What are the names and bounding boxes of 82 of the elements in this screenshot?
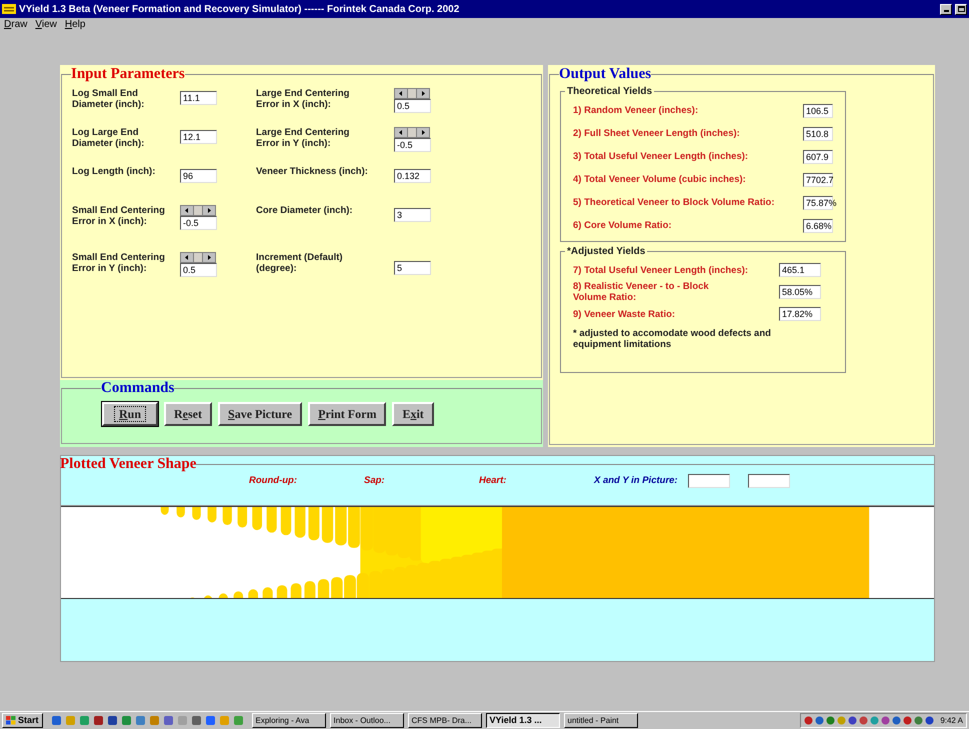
- legend-label: Heart:: [479, 474, 508, 488]
- value-field[interactable]: 17.82%: [779, 307, 821, 321]
- quick-launch-icon[interactable]: [190, 715, 202, 726]
- field-label: Increment (Default) (degree):: [256, 252, 344, 274]
- yield-label: 7) Total Useful Veneer Length (inches):: [573, 264, 750, 276]
- quick-launch-icon[interactable]: [92, 715, 104, 726]
- menu-item[interactable]: Help: [64, 19, 86, 31]
- input-field[interactable]: -0.5: [394, 138, 431, 152]
- input-field[interactable]: 96: [180, 169, 217, 183]
- quick-launch-icon[interactable]: [134, 715, 146, 726]
- input-field[interactable]: 0.132: [394, 169, 431, 183]
- value-field[interactable]: 510.8: [803, 126, 833, 140]
- legend-label: X and Y in Picture:: [594, 474, 678, 488]
- menu-item[interactable]: View: [35, 19, 57, 31]
- yield-label: 2) Full Sheet Veneer Length (inches):: [573, 128, 741, 139]
- adjustment-note: * adjusted to accomodate wood defects and equipment limitations: [573, 328, 772, 350]
- clock: 9:42 A: [940, 714, 963, 726]
- input-field[interactable]: 12.1: [180, 130, 217, 144]
- minimize-button[interactable]: [940, 4, 952, 14]
- menu-item[interactable]: Draw: [4, 19, 28, 31]
- legend-label: Round-up:: [249, 474, 298, 488]
- yield-label: 8) Realistic Veneer - to - Block Volume Ratio:: [573, 281, 710, 303]
- start-button[interactable]: Start: [2, 713, 43, 728]
- input-field[interactable]: 5: [394, 261, 431, 275]
- quick-launch-icon[interactable]: [204, 715, 216, 726]
- group-title: Commands: [101, 380, 174, 396]
- field-label: Core Diameter (inch):: [256, 205, 354, 216]
- value-field[interactable]: 58.05%: [779, 285, 821, 299]
- value-field[interactable]: 607.9: [803, 150, 833, 164]
- yield-label: 5) Theoretical Veneer to Block Volume Ratio:: [573, 197, 776, 208]
- value-field[interactable]: 7702.7: [803, 172, 833, 186]
- spin-arrows[interactable]: [180, 252, 216, 263]
- command-button[interactable]: Save Picture: [218, 402, 302, 426]
- taskbar-button[interactable]: CFS MPB- Dra...: [408, 713, 482, 728]
- spin-arrows[interactable]: [394, 127, 430, 138]
- taskbar-button[interactable]: untitled - Paint: [564, 713, 638, 728]
- window-title: VYield 1.3 Beta (Veneer Formation and Recovery Simulator) ------ Forintek Canada Corp. 2002: [19, 2, 460, 16]
- spin-arrows[interactable]: [180, 205, 216, 216]
- input-field[interactable]: 3: [394, 208, 431, 222]
- x-field[interactable]: [688, 474, 730, 488]
- quick-launch-icon[interactable]: [162, 715, 174, 726]
- taskbar-button[interactable]: Exploring - Ava: [252, 713, 326, 728]
- command-button[interactable]: Exit: [392, 402, 434, 426]
- quick-launch-icon[interactable]: [50, 715, 62, 726]
- field-label: Log Length (inch):: [72, 166, 156, 177]
- yields-title: *Adjusted Yields: [566, 245, 646, 259]
- yields-title: Theoretical Yields: [566, 85, 654, 99]
- field-label: Veneer Thickness (inch):: [256, 166, 369, 177]
- field-label: Small End Centering Error in X (inch):: [72, 205, 166, 227]
- windows-flag-icon: [6, 716, 16, 725]
- value-field[interactable]: 6.68%: [803, 218, 833, 232]
- field-label: Small End Centering Error in Y (inch):: [72, 252, 166, 274]
- field-label: Log Large End Diameter (inch):: [72, 127, 146, 149]
- command-button[interactable]: Reset: [164, 402, 212, 426]
- quick-launch-icon[interactable]: [120, 715, 132, 726]
- taskbar-button[interactable]: Inbox - Outloo...: [330, 713, 404, 728]
- spin-arrows[interactable]: [394, 88, 430, 99]
- field-label: Large End Centering Error in Y (inch):: [256, 127, 350, 149]
- maximize-button[interactable]: [955, 4, 967, 14]
- yield-label: 4) Total Veneer Volume (cubic inches):: [573, 174, 747, 185]
- y-field[interactable]: [748, 474, 790, 488]
- input-field[interactable]: 0.5: [180, 263, 217, 277]
- yield-label: 1) Random Veneer (inches):: [573, 105, 700, 116]
- command-button[interactable]: Run: [102, 402, 158, 426]
- input-field[interactable]: -0.5: [180, 216, 217, 230]
- yield-label: 9) Veneer Waste Ratio:: [573, 308, 676, 320]
- legend-label: Sap:: [364, 474, 386, 488]
- app-icon: [2, 3, 16, 15]
- field-label: Large End Centering Error in X (inch):: [256, 88, 350, 110]
- taskbar-button[interactable]: VYield 1.3 ...: [486, 713, 560, 728]
- field-label: Log Small End Diameter (inch):: [72, 88, 146, 110]
- group-title: Plotted Veneer Shape: [60, 456, 196, 472]
- group-title: Input Parameters: [71, 66, 185, 82]
- quick-launch-icon[interactable]: [106, 715, 118, 726]
- command-button[interactable]: Print Form: [308, 402, 386, 426]
- input-field[interactable]: 0.5: [394, 99, 431, 113]
- yield-label: 6) Core Volume Ratio:: [573, 220, 673, 231]
- value-field[interactable]: 106.5: [803, 104, 833, 118]
- group-title: Output Values: [559, 66, 652, 82]
- yield-label: 3) Total Useful Veneer Length (inches):: [573, 151, 750, 162]
- value-field[interactable]: 465.1: [779, 263, 821, 277]
- input-field[interactable]: 11.1: [180, 91, 217, 105]
